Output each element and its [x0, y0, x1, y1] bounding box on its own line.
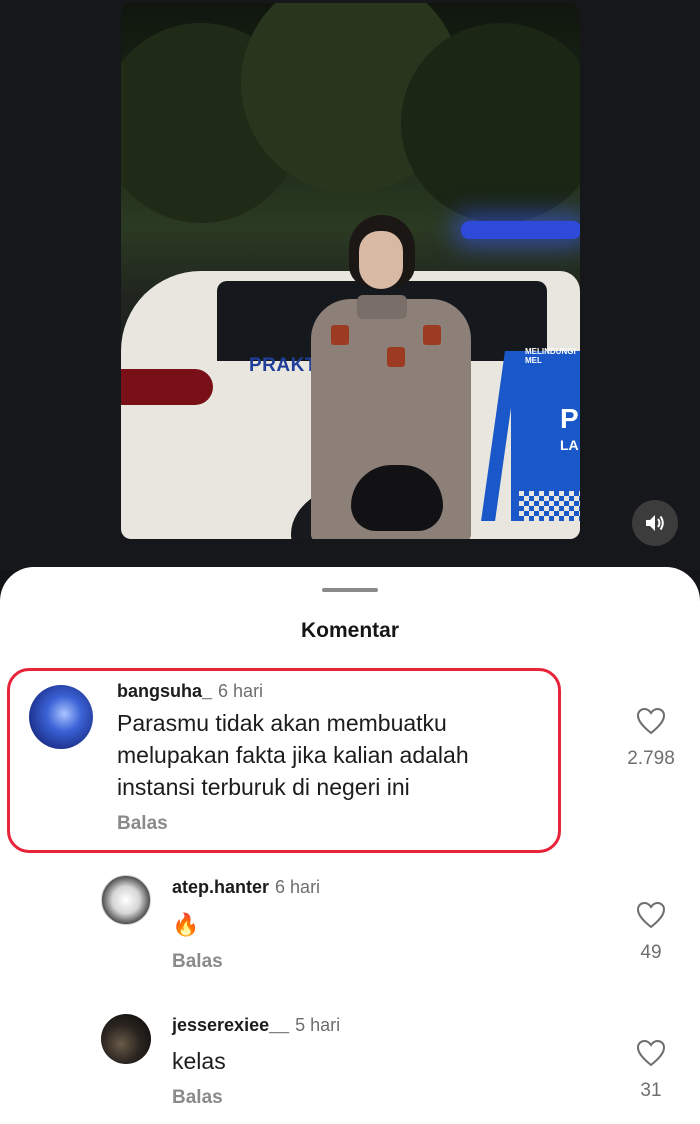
car-small-lettering: MELINDUNGI MEL — [525, 347, 576, 365]
heart-icon — [636, 1039, 666, 1067]
like-count: 49 — [640, 942, 662, 963]
speaker-icon[interactable] — [632, 500, 678, 546]
tree-foliage — [401, 23, 580, 223]
avatar[interactable] — [29, 685, 93, 749]
car-side-lettering-2: LA — [560, 437, 579, 453]
reply-button[interactable]: Balas — [172, 951, 223, 973]
timestamp: 6 hari — [218, 681, 264, 701]
avatar[interactable] — [101, 875, 151, 925]
car-side-lettering: P — [560, 403, 579, 434]
comment-text: 🔥 — [172, 912, 200, 937]
username[interactable]: jesserexiee__ — [172, 1015, 289, 1035]
video-player[interactable]: PRAKTEK MELINDUNGI MEL P LA — [0, 0, 700, 570]
reply-button[interactable]: Balas — [172, 1087, 223, 1109]
avatar[interactable] — [101, 1014, 151, 1064]
comment-text: Parasmu tidak akan membuatku melupakan f… — [117, 710, 469, 800]
timestamp: 5 hari — [295, 1015, 341, 1035]
like-count: 2.798 — [627, 748, 675, 769]
comment-sheet: Komentar bangsuha_ 6 hari Parasmu tidak a… — [0, 567, 700, 1124]
comment-text: kelas — [172, 1048, 226, 1074]
like-button[interactable]: 31 — [616, 1039, 686, 1102]
username[interactable]: bangsuha_ — [117, 681, 212, 701]
heart-icon — [636, 707, 666, 735]
sheet-title: Komentar — [300, 619, 400, 642]
like-button[interactable]: 49 — [616, 901, 686, 964]
like-count: 31 — [640, 1080, 662, 1101]
drag-handle[interactable] — [322, 588, 378, 592]
video-frame[interactable]: PRAKTEK MELINDUNGI MEL P LA — [121, 3, 580, 539]
like-button[interactable]: 2.798 — [616, 707, 686, 770]
heart-icon — [636, 901, 666, 929]
timestamp: 6 hari — [275, 877, 321, 897]
reply-button[interactable]: Balas — [117, 813, 168, 835]
officer-figure — [311, 215, 481, 539]
username[interactable]: atep.hanter — [172, 877, 269, 897]
